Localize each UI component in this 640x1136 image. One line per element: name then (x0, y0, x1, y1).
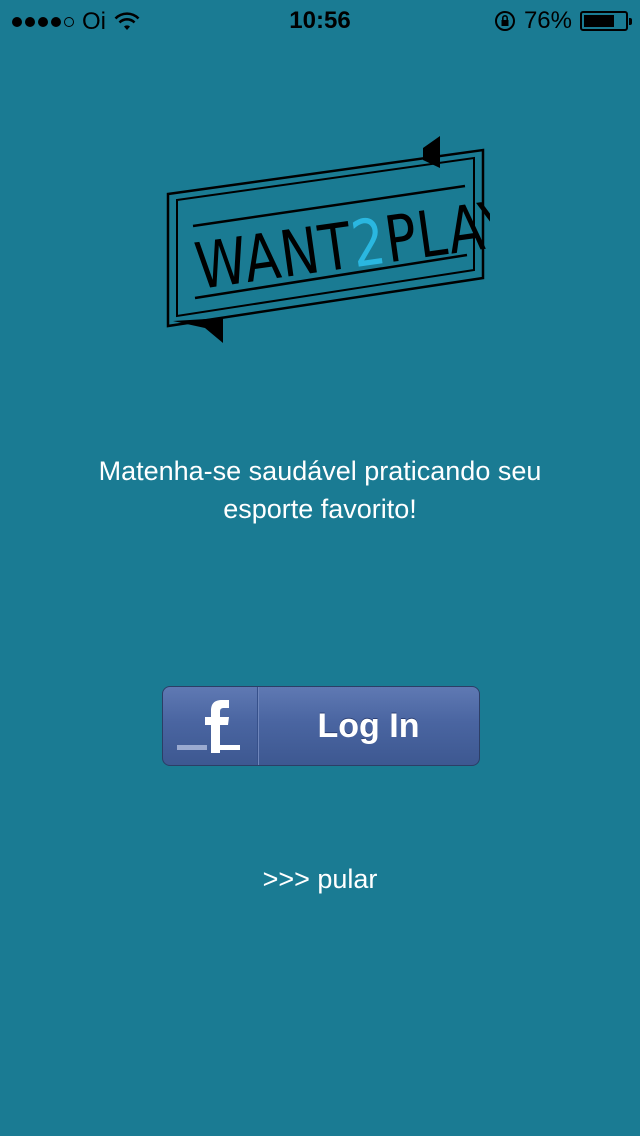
status-bar-right: 76% (494, 7, 632, 35)
facebook-icon-box (163, 687, 258, 765)
battery-percent: 76% (523, 7, 572, 34)
skip-link[interactable]: >>> pular (0, 864, 640, 895)
facebook-login-button[interactable]: Log In (162, 686, 480, 766)
tagline: Matenha-se saudável praticando seu espor… (40, 452, 600, 528)
status-bar: Oi 10:56 76% (0, 0, 640, 40)
facebook-login-label: Log In (317, 706, 420, 745)
want2play-logo: WANT2PLAY (166, 136, 490, 343)
logo-text-play: PLAY (380, 186, 490, 278)
tagline-line-1: Matenha-se saudável praticando seu (98, 456, 542, 486)
tagline-line-2: esporte favorito! (223, 494, 417, 524)
facebook-icon (177, 700, 240, 753)
rotation-lock-icon (494, 11, 515, 31)
battery-icon (580, 11, 632, 31)
